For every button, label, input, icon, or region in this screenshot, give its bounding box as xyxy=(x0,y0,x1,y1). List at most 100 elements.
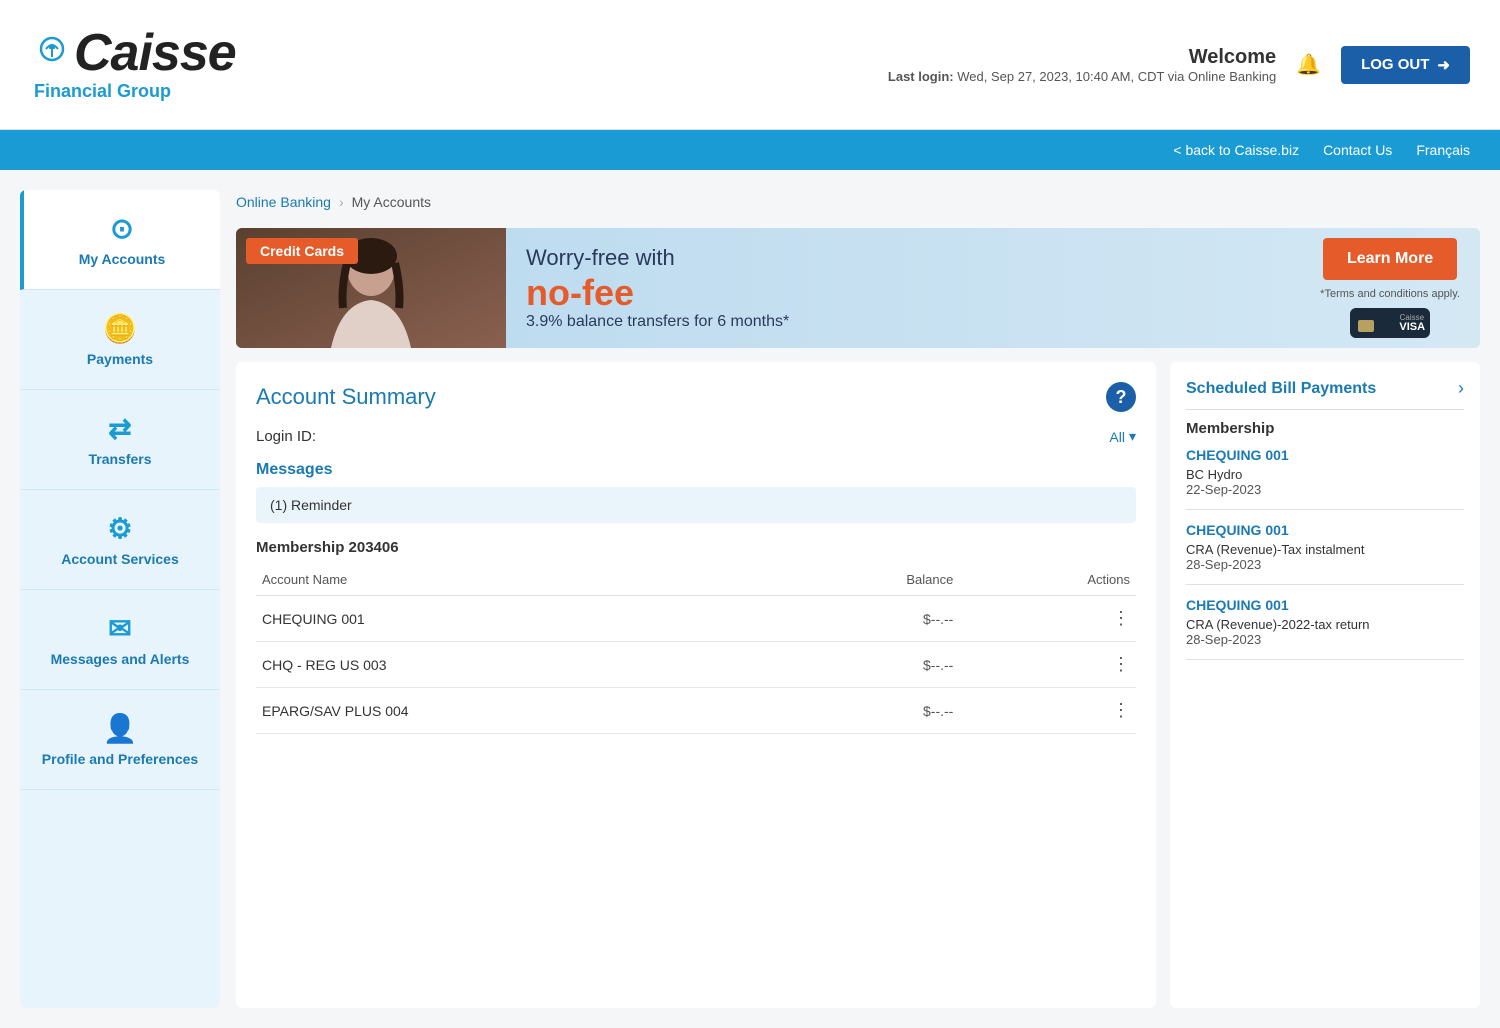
breadcrumb-current: My Accounts xyxy=(352,194,431,210)
envelope-icon: ✉ xyxy=(108,612,131,645)
credit-card-image: Caisse VISA xyxy=(1350,308,1430,338)
balance-cell: $--.-- xyxy=(769,642,960,688)
col-actions: Actions xyxy=(959,564,1136,596)
col-account-name: Account Name xyxy=(256,564,769,596)
three-dots-menu[interactable]: ⋮ xyxy=(1112,608,1130,628)
bill-date: 28-Sep-2023 xyxy=(1186,557,1464,572)
membership-label: Membership 203406 xyxy=(256,539,1136,556)
scheduled-header: Scheduled Bill Payments › xyxy=(1186,378,1464,410)
promo-banner: Credit Cards Worry-free with no-fee 3.9%… xyxy=(236,228,1480,348)
banner-highlight: no-fee xyxy=(526,273,1280,313)
dropdown-arrow-icon: ▾ xyxy=(1129,428,1136,445)
main-container: ⊙ My Accounts 🪙 Payments ⇄ Transfers ⚙ A… xyxy=(0,170,1500,1028)
back-to-caisse-link[interactable]: < back to Caisse.biz xyxy=(1173,142,1299,158)
bill-payee: CRA (Revenue)-2022-tax return xyxy=(1186,617,1464,632)
breadcrumb-separator: › xyxy=(339,194,344,210)
card-chip xyxy=(1358,320,1374,332)
account-name-cell: CHQ - REG US 003 xyxy=(256,642,769,688)
sidebar-item-label: My Accounts xyxy=(79,251,166,267)
sidebar-item-label: Profile and Preferences xyxy=(42,751,198,767)
actions-cell[interactable]: ⋮ xyxy=(959,688,1136,734)
gear-icon: ⚙ xyxy=(107,512,132,545)
sidebar-item-label: Messages and Alerts xyxy=(51,651,190,667)
sidebar-item-label: Payments xyxy=(87,351,153,367)
payments-icon: 🪙 xyxy=(103,312,138,345)
bell-icon[interactable]: 🔔 xyxy=(1296,52,1321,77)
banner-tag: Credit Cards xyxy=(246,238,358,264)
bill-date: 28-Sep-2023 xyxy=(1186,632,1464,647)
sidebar-item-messages-alerts[interactable]: ✉ Messages and Alerts xyxy=(20,590,220,690)
top-nav-bar: < back to Caisse.biz Contact Us Français xyxy=(0,130,1500,170)
bill-item: CHEQUING 001 CRA (Revenue)-Tax instalmen… xyxy=(1186,522,1464,585)
caisse-logo-icon xyxy=(30,35,74,79)
message-row: (1) Reminder xyxy=(256,487,1136,523)
sidebar-item-label: Account Services xyxy=(61,551,179,567)
chevron-right-icon[interactable]: › xyxy=(1458,378,1464,399)
content-area: Online Banking › My Accounts xyxy=(236,190,1480,1008)
actions-cell[interactable]: ⋮ xyxy=(959,642,1136,688)
learn-more-button[interactable]: Learn More xyxy=(1323,238,1457,280)
banner-content: Worry-free with no-fee 3.9% balance tran… xyxy=(506,228,1300,348)
sidebar-item-my-accounts[interactable]: ⊙ My Accounts xyxy=(20,190,220,290)
bill-item: CHEQUING 001 BC Hydro 22-Sep-2023 xyxy=(1186,447,1464,510)
logo-text: Caisse xyxy=(74,27,236,79)
three-dots-menu[interactable]: ⋮ xyxy=(1112,700,1130,720)
three-dots-menu[interactable]: ⋮ xyxy=(1112,654,1130,674)
messages-title: Messages xyxy=(256,461,1136,479)
balance-cell: $--.-- xyxy=(769,596,960,642)
header-right: Welcome Last login: Wed, Sep 27, 2023, 1… xyxy=(888,46,1470,84)
help-icon[interactable]: ? xyxy=(1106,382,1136,412)
bill-item: CHEQUING 001 CRA (Revenue)-2022-tax retu… xyxy=(1186,597,1464,660)
banner-image: Credit Cards xyxy=(236,228,506,348)
actions-cell[interactable]: ⋮ xyxy=(959,596,1136,642)
visa-logo: VISA xyxy=(1399,321,1425,333)
bill-account-name[interactable]: CHEQUING 001 xyxy=(1186,522,1464,538)
all-dropdown[interactable]: All ▾ xyxy=(1109,428,1136,445)
bill-payee: CRA (Revenue)-Tax instalment xyxy=(1186,542,1464,557)
account-panel: Account Summary ? Login ID: All ▾ Messag… xyxy=(236,362,1156,1008)
caisse-card-logo: Caisse xyxy=(1400,313,1424,322)
sidebar-item-account-services[interactable]: ⚙ Account Services xyxy=(20,490,220,590)
header: Caisse Financial Group Welcome Last logi… xyxy=(0,0,1500,130)
logo-sub: Financial Group xyxy=(34,81,171,102)
user-icon: 👤 xyxy=(103,712,138,745)
bills-list: CHEQUING 001 BC Hydro 22-Sep-2023 CHEQUI… xyxy=(1186,447,1464,660)
banner-right: Learn More *Terms and conditions apply. … xyxy=(1300,228,1480,348)
logout-button[interactable]: LOG OUT ➜ xyxy=(1341,46,1470,84)
sidebar: ⊙ My Accounts 🪙 Payments ⇄ Transfers ⚙ A… xyxy=(20,190,220,1008)
account-name-cell: CHEQUING 001 xyxy=(256,596,769,642)
dashboard-icon: ⊙ xyxy=(110,212,133,245)
login-row: Login ID: All ▾ xyxy=(256,428,1136,445)
sidebar-item-profile-preferences[interactable]: 👤 Profile and Preferences xyxy=(20,690,220,790)
francais-link[interactable]: Français xyxy=(1416,142,1470,158)
logout-arrow-icon: ➜ xyxy=(1437,56,1450,74)
sidebar-item-transfers[interactable]: ⇄ Transfers xyxy=(20,390,220,490)
bill-payee: BC Hydro xyxy=(1186,467,1464,482)
welcome-label: Welcome xyxy=(888,46,1276,69)
welcome-section: Welcome Last login: Wed, Sep 27, 2023, 1… xyxy=(888,46,1276,84)
account-summary-title: Account Summary xyxy=(256,384,436,410)
table-row: CHQ - REG US 003 $--.-- ⋮ xyxy=(256,642,1136,688)
content-grid: Account Summary ? Login ID: All ▾ Messag… xyxy=(236,362,1480,1008)
contact-us-link[interactable]: Contact Us xyxy=(1323,142,1392,158)
bill-date: 22-Sep-2023 xyxy=(1186,482,1464,497)
messages-section: Messages (1) Reminder xyxy=(256,461,1136,523)
transfers-icon: ⇄ xyxy=(108,412,131,445)
balance-cell: $--.-- xyxy=(769,688,960,734)
table-row: CHEQUING 001 $--.-- ⋮ xyxy=(256,596,1136,642)
banner-title: Worry-free with xyxy=(526,245,1280,271)
accounts-table: Account Name Balance Actions CHEQUING 00… xyxy=(256,564,1136,734)
login-id-label: Login ID: xyxy=(256,428,316,445)
bill-account-name[interactable]: CHEQUING 001 xyxy=(1186,597,1464,613)
last-login: Last login: Wed, Sep 27, 2023, 10:40 AM,… xyxy=(888,69,1276,84)
sidebar-item-payments[interactable]: 🪙 Payments xyxy=(20,290,220,390)
scheduled-membership-label: Membership xyxy=(1186,420,1464,437)
banner-terms: *Terms and conditions apply. xyxy=(1320,288,1460,300)
bill-account-name[interactable]: CHEQUING 001 xyxy=(1186,447,1464,463)
account-summary-header: Account Summary ? xyxy=(256,382,1136,412)
account-name-cell: EPARG/SAV PLUS 004 xyxy=(256,688,769,734)
scheduled-title: Scheduled Bill Payments xyxy=(1186,380,1376,398)
right-panel: Scheduled Bill Payments › Membership CHE… xyxy=(1170,362,1480,1008)
breadcrumb: Online Banking › My Accounts xyxy=(236,190,1480,214)
breadcrumb-home-link[interactable]: Online Banking xyxy=(236,194,331,210)
